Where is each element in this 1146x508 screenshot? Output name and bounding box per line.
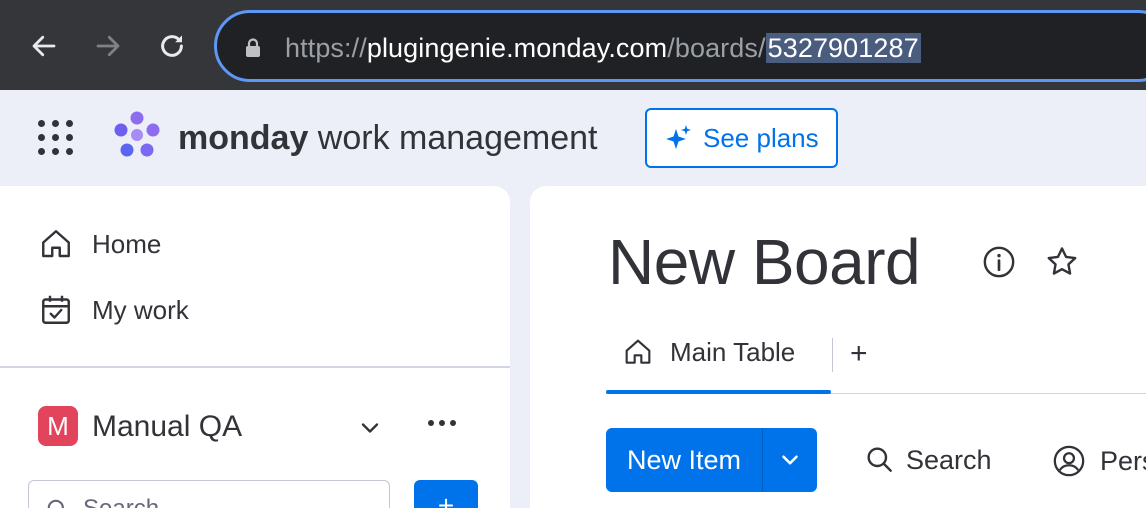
see-plans-label: See plans [703,122,819,153]
new-item-button[interactable]: New Item [606,428,817,492]
board-search-button[interactable]: Search [864,444,992,476]
brand-bold: monday [178,119,309,157]
url-host: plugingenie.monday.com [366,33,668,63]
person-label: Person [1100,445,1146,476]
new-item-dropdown[interactable] [763,447,817,473]
url-scheme: https:// [285,33,367,63]
search-label: Search [906,444,992,475]
sidebar-item-home[interactable]: Home [38,226,161,262]
url-text[interactable]: https://plugingenie.monday.com/boards/53… [285,31,921,65]
url-selected-text: 5327901287 [765,33,921,63]
back-button[interactable] [24,26,64,66]
tab-label: Main Table [670,336,796,367]
workspace-name[interactable]: Manual QA [92,408,242,446]
see-plans-button[interactable]: See plans [645,108,838,168]
back-icon [32,35,56,57]
more-options-icon[interactable] [428,420,456,426]
active-tab-indicator [606,390,831,394]
sparkle-icon [666,125,691,149]
tab-separator [832,338,833,372]
sidebar-item-label: Home [92,228,162,259]
home-icon [42,230,70,258]
search-placeholder: Search [83,495,159,508]
monday-logo-icon [114,111,160,157]
brand-name: monday work management [178,116,598,160]
workspace-badge[interactable]: M [38,406,78,446]
info-icon[interactable] [982,245,1016,279]
sidebar-search-input[interactable]: Search [28,480,390,508]
forward-icon [96,35,120,57]
url-path: /boards/ [667,33,766,63]
sidebar-divider [0,366,510,368]
chevron-down-icon [782,455,798,465]
tab-main-table[interactable]: Main Table [622,336,795,368]
search-icon [867,447,892,472]
add-button[interactable]: + [414,480,478,508]
page-title[interactable]: New Board [608,224,921,300]
address-bar[interactable]: https://plugingenie.monday.com/boards/53… [214,10,1146,82]
add-tab-button[interactable]: + [850,336,868,372]
sidebar-item-my-work[interactable]: My work [38,292,189,328]
lock-icon [246,38,260,57]
calendar-check-icon [42,295,70,324]
apps-grid-icon[interactable] [38,120,74,156]
reload-icon [161,35,183,57]
reload-button[interactable] [152,26,192,66]
brand-light: work management [308,119,598,157]
sidebar-item-label: My work [92,294,189,325]
forward-button[interactable] [88,26,128,66]
browser-toolbar: https://plugingenie.monday.com/boards/53… [0,0,1146,90]
new-item-label[interactable]: New Item [606,445,762,476]
person-icon [1053,445,1085,477]
star-icon[interactable] [1044,244,1080,280]
chevron-down-icon[interactable] [356,414,384,442]
person-filter-button[interactable]: Person [1052,444,1146,478]
search-icon [47,499,64,508]
home-icon [625,339,651,364]
